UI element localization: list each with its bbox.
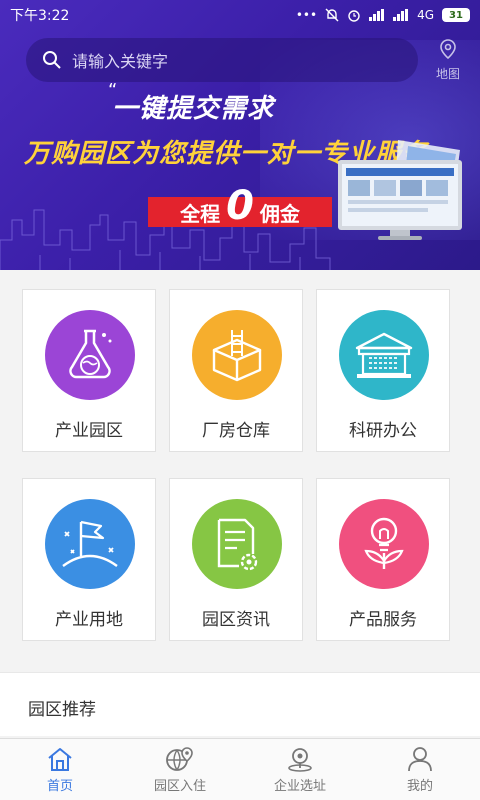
more-dots-icon: •••: [295, 8, 318, 22]
nav-item-park-checkin[interactable]: 园区入住: [120, 739, 240, 800]
commission-badge: 全程 0 佣金: [148, 183, 332, 229]
search-icon: [43, 51, 61, 69]
map-button[interactable]: 地图: [428, 38, 468, 82]
commission-right: 佣金: [259, 201, 300, 226]
hero-banner[interactable]: 下午3:22 ••• 4G 31 请输入关键字 地图 “ 一键提交需求 万购园区…: [0, 0, 480, 270]
category-icon-circle: [339, 310, 429, 400]
status-icons: ••• 4G 31: [296, 8, 470, 22]
office-building-icon: [355, 332, 413, 378]
bottom-navigation: 首页 园区入住 企业选址 我的: [0, 738, 480, 800]
map-label: 地图: [435, 67, 460, 81]
banner-headline: 一键提交需求: [112, 94, 275, 124]
category-label: 科研办公: [349, 421, 417, 441]
monitor-illustration: [338, 140, 462, 240]
category-tile-park-news[interactable]: 园区资讯: [169, 478, 303, 641]
status-time: 下午3:22: [10, 8, 70, 24]
nav-label: 企业选址: [273, 778, 326, 794]
category-label: 产品服务: [349, 610, 417, 630]
network-type: 4G: [417, 8, 434, 22]
home-icon: [48, 747, 72, 771]
category-label: 产业园区: [55, 421, 123, 441]
nav-label: 首页: [46, 778, 73, 794]
flag-land-icon: [62, 520, 118, 567]
nav-item-home[interactable]: 首页: [0, 739, 120, 800]
globe-pin-icon: [166, 746, 193, 771]
category-tile-factory-warehouse[interactable]: 厂房仓库: [169, 289, 303, 452]
nav-item-profile[interactable]: 我的: [360, 739, 480, 800]
signal-hd-icon: [393, 9, 409, 21]
category-tile-research-office[interactable]: 科研办公: [316, 289, 450, 452]
commission-left: 全程: [180, 201, 221, 226]
app-screen: 下午3:22 ••• 4G 31 请输入关键字 地图 “ 一键提交需求 万购园区…: [0, 0, 480, 800]
category-icon-circle: [192, 310, 282, 400]
category-icon-circle: [192, 499, 282, 589]
user-icon: [408, 746, 432, 771]
category-tile-industrial-land[interactable]: 产业用地: [22, 478, 156, 641]
category-label: 园区资讯: [202, 610, 270, 630]
search-input[interactable]: 请输入关键字: [26, 38, 418, 82]
category-label: 厂房仓库: [202, 421, 270, 441]
mute-bell-icon: [325, 8, 339, 22]
news-document-icon: [217, 518, 258, 571]
nav-label: 园区入住: [153, 778, 206, 794]
category-icon-circle: [339, 499, 429, 589]
nav-item-site-selection[interactable]: 企业选址: [240, 739, 360, 800]
category-icon-circle: [45, 310, 135, 400]
category-label: 产业用地: [55, 610, 123, 630]
category-tile-industrial-park[interactable]: 产业园区: [22, 289, 156, 452]
flask-globe-icon: [69, 329, 112, 379]
alarm-icon: [348, 10, 360, 22]
signal-icon: [369, 9, 385, 21]
category-icon-circle: [45, 499, 135, 589]
search-location-icon: [288, 747, 312, 772]
battery-indicator: 31: [442, 8, 470, 22]
nav-label: 我的: [406, 778, 433, 794]
recommended-parks-section[interactable]: 园区推荐: [0, 672, 480, 736]
commission-zero: 0: [226, 183, 254, 229]
lightbulb-plant-icon: [364, 517, 404, 569]
category-tile-product-service[interactable]: 产品服务: [316, 478, 450, 641]
map-pin-icon: [440, 39, 456, 60]
status-bar: 下午3:22 ••• 4G 31: [0, 0, 480, 30]
warehouse-box-icon: [212, 330, 262, 382]
search-placeholder: 请输入关键字: [72, 52, 169, 71]
section-title: 园区推荐: [28, 700, 96, 720]
